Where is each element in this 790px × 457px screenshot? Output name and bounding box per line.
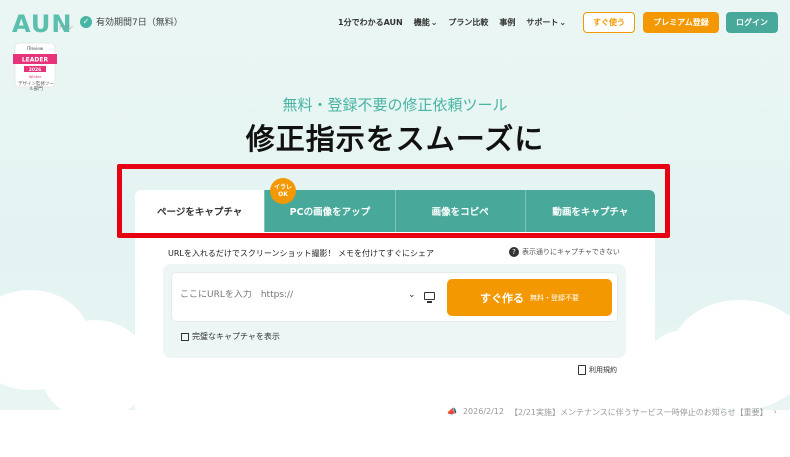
terms-link[interactable]: 利用規約: [578, 365, 617, 375]
check-icon: ✓: [80, 15, 92, 28]
question-icon: ?: [509, 247, 519, 257]
badge-brand: ITreview: [27, 46, 44, 51]
nav-item-plans[interactable]: プラン比較: [448, 17, 488, 28]
try-now-button[interactable]: すぐ使う: [583, 12, 635, 33]
premium-register-button[interactable]: プレミアム登録: [643, 12, 719, 33]
nav-item-features[interactable]: 機能⌄: [414, 17, 438, 28]
trial-text: 有効期間7日（無料）: [96, 18, 183, 28]
panel-description: URLを入れるだけでスクリーンショット撮影！ メモを付けてすぐにシェア: [168, 249, 435, 258]
illustrator-ok-badge: イラレ OK: [270, 178, 296, 204]
nav-item-support[interactable]: サポート⌄: [526, 17, 566, 28]
badge-title: LEADER: [22, 57, 49, 64]
news-ticker[interactable]: 📣 2026/2/12 【2/21実施】メンテナンスに伴うサービス一時停止のお知…: [447, 407, 777, 418]
login-button[interactable]: ログイン: [726, 12, 778, 33]
monitor-icon[interactable]: [424, 292, 435, 303]
full-capture-link[interactable]: 完璧なキャプチャを表示: [181, 331, 280, 342]
capture-button-sublabel: 無料・登録不要: [530, 293, 579, 302]
badge-year: 2026: [29, 67, 42, 73]
nav-item-cases[interactable]: 事例: [499, 17, 515, 28]
news-text: 【2/21実施】メンテナンスに伴うサービス一時停止のお知らせ【重要】: [510, 408, 768, 417]
chevron-right-icon: ›: [773, 407, 777, 416]
main-nav: 1分でわかるAUN 機能⌄ プラン比較 事例 サポート⌄: [338, 17, 577, 28]
chevron-down-icon[interactable]: ⌄: [408, 290, 416, 300]
nav-label: サポート: [526, 18, 559, 27]
external-link-icon: [181, 332, 189, 341]
badge-season: Winter: [29, 74, 42, 79]
capture-mode-tabs: ページをキャプチャ PCの画像をアップ 画像をコピペ 動画をキャプチャ: [135, 190, 655, 232]
chevron-down-icon: ⌄: [559, 18, 567, 27]
badge-line1: イラレ: [273, 184, 292, 191]
nav-item-overview[interactable]: 1分でわかるAUN: [338, 17, 403, 28]
news-date: 2026/2/12: [462, 407, 504, 416]
badge-line2: OK: [278, 191, 288, 198]
chevron-down-icon: ⌄: [430, 18, 438, 27]
capture-submit-button[interactable]: すぐ作る 無料・登録不要: [447, 279, 612, 316]
help-text: 表示通りにキャプチャできない: [522, 248, 620, 256]
terms-label: 利用規約: [589, 366, 617, 374]
url-input[interactable]: [180, 290, 400, 300]
document-icon: [578, 365, 586, 375]
capture-button-label: すぐ作る: [480, 291, 524, 305]
tab-image-paste[interactable]: 画像をコピペ: [394, 190, 525, 232]
tab-video-capture[interactable]: 動画をキャプチャ: [524, 190, 655, 232]
hero-subtitle: 無料・登録不要の修正依頼ツール: [282, 96, 508, 114]
capture-help-link[interactable]: ? 表示通りにキャプチャできない: [509, 247, 620, 257]
full-capture-label: 完璧なキャプチャを表示: [192, 332, 280, 341]
badge-caption: デザイン監修ツール部門: [18, 82, 54, 92]
tab-page-capture[interactable]: ページをキャプチャ: [135, 190, 265, 232]
trial-status: ✓ 有効期間7日（無料）: [80, 15, 183, 28]
cloud-decoration: [40, 320, 150, 420]
logo-subtext: アウン: [58, 25, 74, 31]
megaphone-icon: 📣: [447, 407, 457, 416]
nav-label: 機能: [413, 18, 430, 27]
hero-title: 修正指示をスムーズに: [245, 122, 545, 156]
